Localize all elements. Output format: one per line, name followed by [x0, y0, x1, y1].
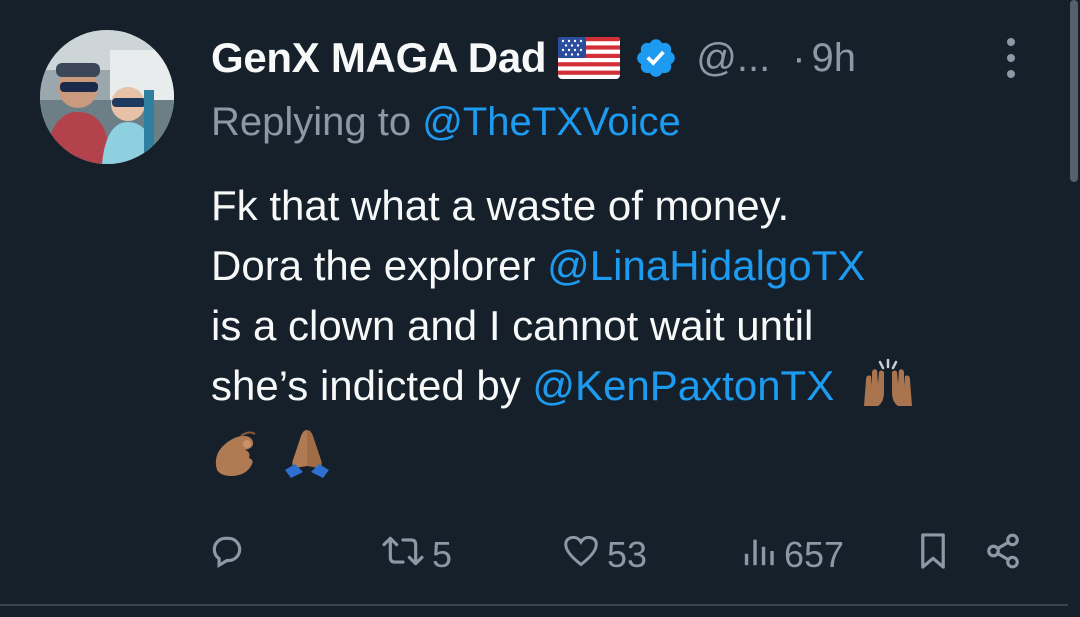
replying-to-label: Replying to	[211, 100, 412, 144]
verified-badge-icon[interactable]	[634, 36, 678, 80]
pinching-hand-emoji	[211, 426, 261, 494]
tweet-line-text: she’s indicted by	[211, 362, 533, 409]
tweet-divider	[0, 604, 1080, 606]
mention-link[interactable]: @LinaHidalgoTX	[547, 242, 865, 289]
views-button[interactable]: 657	[742, 525, 844, 585]
separator-dot: ·	[792, 35, 806, 80]
reply-to-mention[interactable]: @TheTXVoice	[422, 100, 681, 144]
bookmark-icon	[918, 532, 948, 579]
mention-link[interactable]: @KenPaxtonTX	[532, 362, 834, 409]
tweet-text: Fk that what a waste of money. Dora the …	[211, 176, 1051, 494]
handle[interactable]: @...	[696, 36, 770, 81]
action-bar: 5 53 657	[0, 525, 1080, 585]
reply-icon	[208, 532, 246, 579]
like-button[interactable]: 53	[563, 525, 647, 585]
more-dot	[1007, 70, 1015, 78]
retweet-count: 5	[432, 534, 453, 575]
tweet-line: is a clown and I cannot wait until	[211, 302, 814, 349]
more-options-button[interactable]	[996, 36, 1026, 80]
replying-to: Replying to @TheTXVoice	[211, 100, 681, 145]
folded-hands-emoji	[281, 426, 333, 494]
tweet-line	[211, 424, 1051, 494]
retweet-icon	[382, 532, 424, 579]
tweet-line: Dora the explorer @LinaHidalgoTX	[211, 236, 1051, 296]
avatar[interactable]	[40, 30, 174, 164]
display-name[interactable]: GenX MAGA Dad	[211, 34, 547, 82]
like-count: 53	[607, 534, 648, 575]
more-dot	[1007, 54, 1015, 62]
tweet-line: Fk that what a waste of money.	[211, 182, 790, 229]
tweet-header: GenX MAGA Dad @... · 9h	[211, 30, 856, 86]
reply-button[interactable]	[208, 525, 246, 585]
tweet[interactable]: GenX MAGA Dad @... · 9h Replying to @The…	[0, 0, 1080, 617]
retweet-button[interactable]: 5	[382, 525, 452, 585]
views-icon	[742, 534, 776, 577]
tweet-line-text: Dora the explorer	[211, 242, 548, 289]
bookmark-button[interactable]	[918, 525, 948, 585]
tweet-line: she’s indicted by @KenPaxtonTX	[211, 356, 1051, 424]
scrollbar-thumb[interactable]	[1070, 0, 1078, 182]
heart-icon	[563, 534, 599, 577]
timestamp[interactable]: 9h	[812, 36, 857, 81]
share-button[interactable]	[984, 525, 1022, 585]
more-dot	[1007, 38, 1015, 46]
views-count: 657	[784, 534, 845, 575]
share-icon	[984, 532, 1022, 579]
raising-hands-emoji	[860, 358, 916, 424]
us-flag-emoji	[558, 37, 621, 79]
